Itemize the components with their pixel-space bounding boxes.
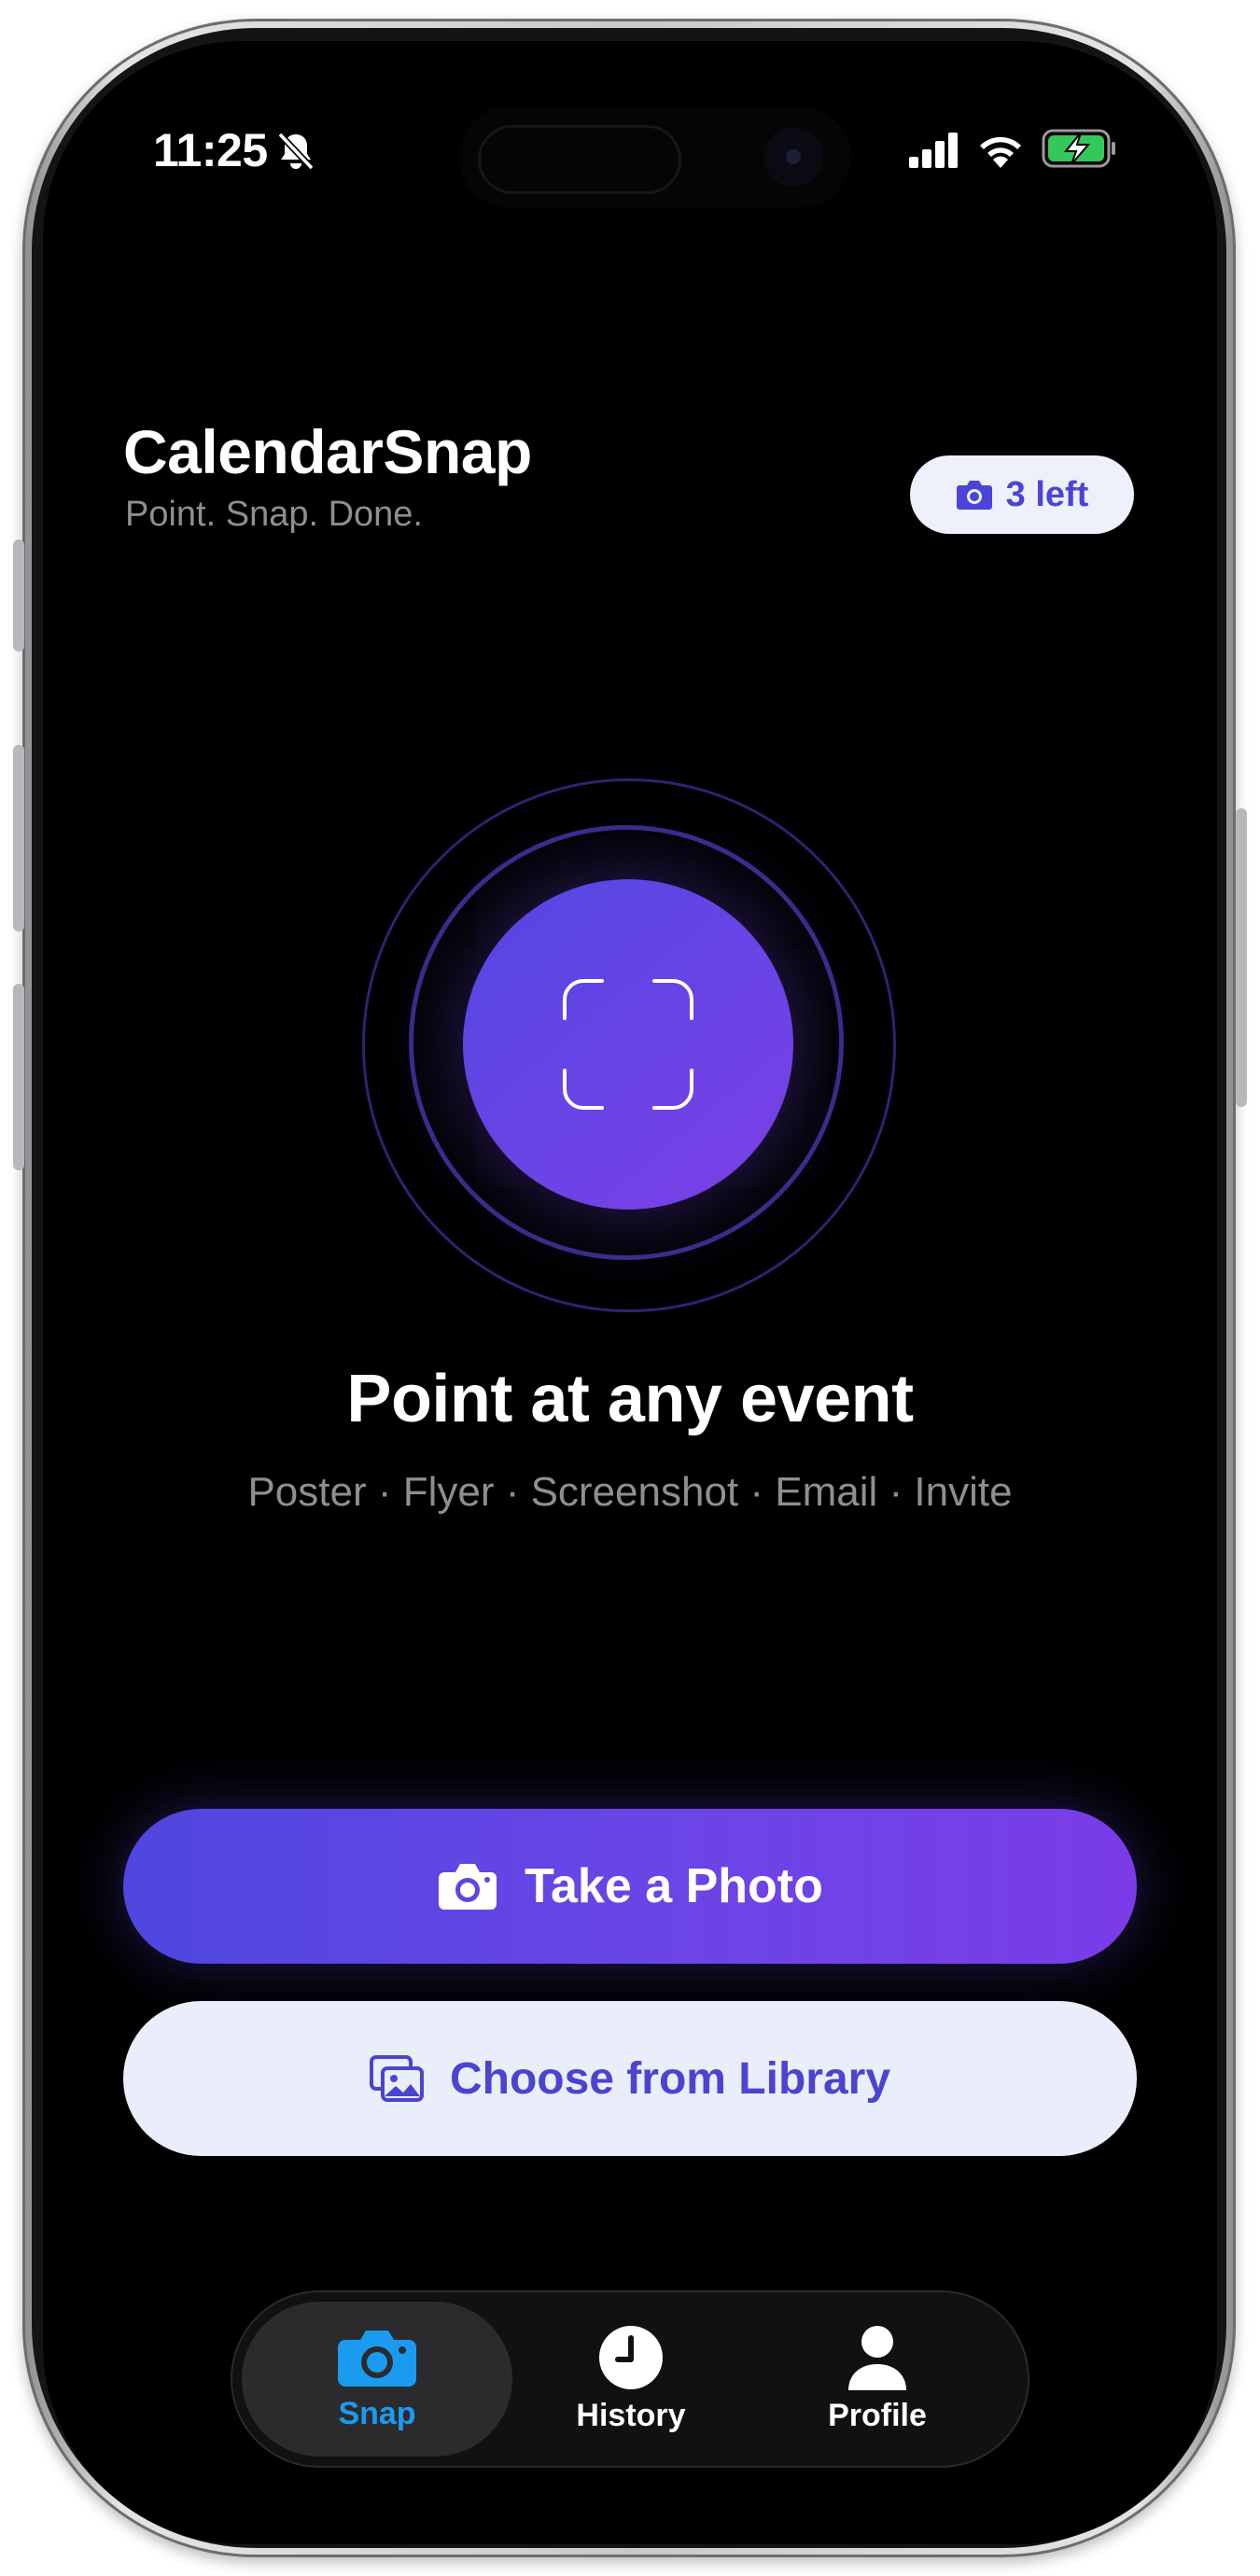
choose-library-label: Choose from Library [449, 2053, 891, 2104]
volume-up-button [13, 745, 24, 931]
take-photo-label: Take a Photo [525, 1859, 823, 1913]
viewfinder-icon [563, 979, 693, 1110]
supported-sources: Poster · Flyer · Screenshot · Email · In… [247, 1469, 1013, 1515]
wifi-icon [980, 136, 1021, 168]
headline: Point at any event [346, 1362, 914, 1436]
snaps-remaining-badge[interactable]: 3 left [910, 455, 1134, 534]
battery-charging-icon [1042, 129, 1115, 168]
bell-slash-icon [277, 132, 315, 171]
tab-snap-label: Snap [338, 2395, 416, 2431]
camera-icon [338, 2330, 416, 2387]
status-time-text: 11:25 [153, 124, 268, 176]
tab-bar: Snap History Profile [231, 2290, 1029, 2468]
choose-from-library-button[interactable]: Choose from Library [123, 2001, 1137, 2156]
clock-icon [599, 2325, 663, 2389]
cellular-signal-icon [909, 133, 958, 168]
app-title: CalendarSnap [123, 417, 532, 486]
power-button [1236, 808, 1247, 1107]
volume-down-button [13, 984, 24, 1170]
person-icon [848, 2325, 906, 2390]
tab-history[interactable]: History [496, 2302, 766, 2457]
app-tagline: Point. Snap. Done. [125, 495, 423, 534]
tab-snap[interactable]: Snap [242, 2302, 512, 2457]
tab-profile[interactable]: Profile [742, 2302, 1013, 2457]
tab-profile-label: Profile [828, 2397, 927, 2433]
action-button [13, 539, 24, 651]
take-photo-button[interactable]: Take a Photo [123, 1809, 1137, 1964]
photo-library-icon [369, 2055, 424, 2102]
scan-button[interactable] [463, 879, 793, 1210]
island-sensor [478, 125, 681, 194]
camera-icon [956, 481, 992, 510]
tab-history-label: History [576, 2397, 686, 2433]
snaps-remaining-label: 3 left [1005, 474, 1089, 514]
status-time: 11:25 [153, 123, 268, 177]
dynamic-island [459, 106, 851, 207]
screen: 11:25 CalendarSnap Point. Snap. Done. 3 … [43, 41, 1217, 2544]
front-camera [763, 127, 823, 187]
camera-icon [439, 1864, 497, 1910]
